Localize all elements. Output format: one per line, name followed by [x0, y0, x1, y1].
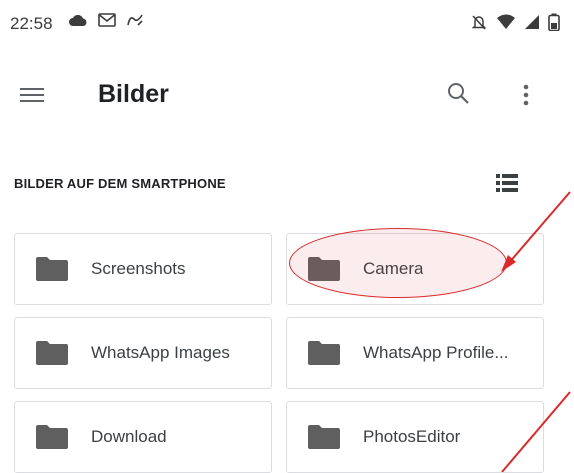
routes-icon	[127, 14, 143, 26]
folder-label: WhatsApp Images	[91, 343, 230, 362]
view-toggle-button[interactable]	[494, 170, 520, 196]
folder-label: PhotosEditor	[363, 427, 461, 446]
page-title: Bilder	[98, 80, 169, 108]
folder-whatsapp-profile[interactable]: WhatsApp Profile...	[286, 317, 544, 389]
folder-icon	[36, 257, 68, 281]
folder-label: Screenshots	[91, 259, 186, 278]
folder-grid: Screenshots Camera WhatsApp Images Whats…	[14, 233, 544, 473]
folder-screenshots[interactable]: Screenshots	[14, 233, 272, 305]
folder-photoseditor[interactable]: PhotosEditor	[286, 401, 544, 473]
search-button[interactable]	[444, 80, 474, 110]
wifi-icon	[497, 14, 515, 29]
folder-download[interactable]: Download	[14, 401, 272, 473]
folder-label: Camera	[363, 259, 424, 278]
more-vert-icon	[523, 84, 529, 106]
cloud-icon	[69, 15, 87, 26]
section-header: BILDER AUF DEM SMARTPHONE	[14, 176, 226, 191]
list-view-icon	[496, 174, 518, 192]
battery-icon	[548, 13, 560, 31]
more-options-button[interactable]	[514, 80, 538, 110]
gmail-icon	[98, 13, 116, 27]
folder-whatsapp-images[interactable]: WhatsApp Images	[14, 317, 272, 389]
folder-camera[interactable]: Camera	[286, 233, 544, 305]
folder-label: Download	[91, 427, 167, 446]
folder-icon	[308, 425, 340, 449]
status-notification-icons	[68, 13, 144, 27]
folder-icon	[308, 257, 340, 281]
mute-icon	[471, 15, 487, 30]
folder-icon	[308, 341, 340, 365]
status-bar: 22:58	[0, 0, 574, 50]
search-icon	[448, 83, 469, 104]
hamburger-menu-icon	[20, 88, 44, 102]
app-bar: Bilder	[0, 66, 574, 126]
status-system-icons	[470, 13, 560, 31]
signal-icon	[525, 15, 539, 29]
menu-button[interactable]	[18, 80, 48, 110]
status-time: 22:58	[10, 14, 53, 33]
folder-icon	[36, 425, 68, 449]
folder-label: WhatsApp Profile...	[363, 343, 509, 362]
folder-icon	[36, 341, 68, 365]
